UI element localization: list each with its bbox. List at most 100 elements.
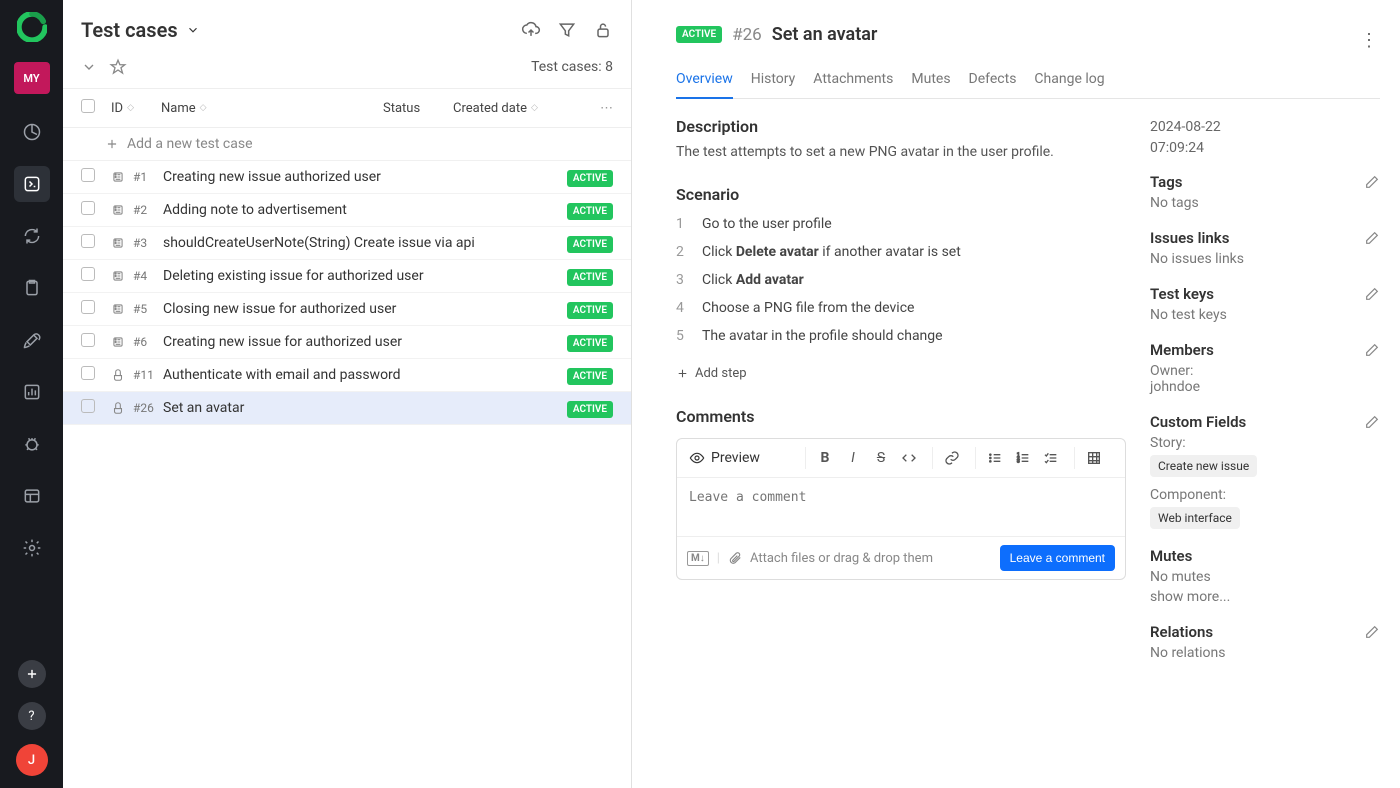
numbered-list-icon[interactable]: 123 xyxy=(1012,447,1034,469)
tab-attachments[interactable]: Attachments xyxy=(813,65,893,98)
table-row[interactable]: #2Adding note to advertisementACTIVE xyxy=(63,194,631,227)
nav-clipboard-icon[interactable] xyxy=(14,270,50,306)
add-test-case-row[interactable]: Add a new test case xyxy=(63,128,631,161)
status-badge: ACTIVE xyxy=(676,26,722,43)
nav-rocket-icon[interactable] xyxy=(14,322,50,358)
show-more-link[interactable]: show more... xyxy=(1150,589,1380,605)
scenario-step[interactable]: 5The avatar in the profile should change xyxy=(676,322,1126,350)
table-row[interactable]: #5Closing new issue for authorized userA… xyxy=(63,293,631,326)
tab-history[interactable]: History xyxy=(751,65,796,98)
row-checkbox[interactable] xyxy=(81,168,95,182)
type-icon xyxy=(111,236,133,250)
links-heading: Issues links xyxy=(1150,229,1229,247)
col-created[interactable]: Created date◇ xyxy=(453,101,583,116)
edit-icon[interactable] xyxy=(1364,230,1380,246)
row-checkbox[interactable] xyxy=(81,333,95,347)
timestamp: 2024-08-22 07:09:24 xyxy=(1150,117,1380,159)
chevron-down-icon[interactable] xyxy=(81,59,97,75)
step-text: Click Delete avatar if another avatar is… xyxy=(702,244,1126,260)
keys-value: No test keys xyxy=(1150,307,1380,323)
help-button[interactable]: ? xyxy=(18,702,46,730)
table-row[interactable]: #1Creating new issue authorized userACTI… xyxy=(63,161,631,194)
checklist-icon[interactable] xyxy=(1040,447,1062,469)
row-checkbox[interactable] xyxy=(81,234,95,248)
nav-testcases-icon[interactable] xyxy=(14,166,50,202)
test-count: Test cases: 8 xyxy=(531,59,613,75)
relations-value: No relations xyxy=(1150,645,1380,661)
comment-box: Preview B I S 123 xyxy=(676,438,1126,580)
description-text: The test attempts to set a new PNG avata… xyxy=(676,142,1126,163)
status-badge: ACTIVE xyxy=(567,203,613,220)
select-all-checkbox[interactable] xyxy=(81,99,95,113)
step-text: The avatar in the profile should change xyxy=(702,328,1126,344)
nav-refresh-icon[interactable] xyxy=(14,218,50,254)
filter-icon[interactable] xyxy=(557,20,577,40)
table-row[interactable]: #3shouldCreateUserNote(String) Create is… xyxy=(63,227,631,260)
nav-dashboard-icon[interactable] xyxy=(14,114,50,150)
scenario-step[interactable]: 3Click Add avatar xyxy=(676,266,1126,294)
nav-bug-icon[interactable] xyxy=(14,426,50,462)
edit-icon[interactable] xyxy=(1364,174,1380,190)
nav-layout-icon[interactable] xyxy=(14,478,50,514)
star-icon[interactable] xyxy=(109,58,127,76)
add-step-button[interactable]: Add step xyxy=(676,362,1126,385)
italic-icon[interactable]: I xyxy=(842,447,864,469)
logo-icon[interactable] xyxy=(17,12,47,42)
type-icon xyxy=(111,170,133,184)
panel-title[interactable]: Test cases xyxy=(81,18,200,42)
tab-defects[interactable]: Defects xyxy=(969,65,1017,98)
attach-hint-text[interactable]: Attach files or drag & drop them xyxy=(750,551,933,566)
comment-input[interactable] xyxy=(677,478,1125,532)
upload-icon[interactable] xyxy=(521,20,541,40)
type-icon xyxy=(111,302,133,316)
component-chip[interactable]: Web interface xyxy=(1150,507,1240,529)
edit-icon[interactable] xyxy=(1364,286,1380,302)
leave-comment-button[interactable]: Leave a comment xyxy=(1000,545,1115,571)
table-row[interactable]: #6Creating new issue for authorized user… xyxy=(63,326,631,359)
col-status[interactable]: Status xyxy=(383,101,453,116)
col-id[interactable]: ID◇ xyxy=(111,101,161,116)
table-row[interactable]: #11Authenticate with email and passwordA… xyxy=(63,359,631,392)
row-checkbox[interactable] xyxy=(81,300,95,314)
nav-settings-icon[interactable] xyxy=(14,530,50,566)
nav-chart-icon[interactable] xyxy=(14,374,50,410)
row-id: #1 xyxy=(133,170,163,184)
scenario-step[interactable]: 2Click Delete avatar if another avatar i… xyxy=(676,238,1126,266)
row-id: #11 xyxy=(133,368,163,382)
scenario-step[interactable]: 1Go to the user profile xyxy=(676,210,1126,238)
mutes-value: No mutes xyxy=(1150,569,1380,585)
table-row[interactable]: #4Deleting existing issue for authorized… xyxy=(63,260,631,293)
edit-icon[interactable] xyxy=(1364,414,1380,430)
preview-button[interactable]: Preview xyxy=(689,450,760,466)
edit-icon[interactable] xyxy=(1364,342,1380,358)
row-checkbox[interactable] xyxy=(81,399,95,413)
edit-icon[interactable] xyxy=(1364,624,1380,640)
story-chip[interactable]: Create new issue xyxy=(1150,455,1257,477)
link-icon[interactable] xyxy=(941,447,963,469)
row-checkbox[interactable] xyxy=(81,201,95,215)
table-icon[interactable] xyxy=(1083,447,1105,469)
row-checkbox[interactable] xyxy=(81,366,95,380)
more-menu-icon[interactable]: ⋮ xyxy=(1360,30,1378,51)
scenario-step[interactable]: 4Choose a PNG file from the device xyxy=(676,294,1126,322)
links-value: No issues links xyxy=(1150,251,1380,267)
bullet-list-icon[interactable] xyxy=(984,447,1006,469)
add-button[interactable] xyxy=(18,660,46,688)
step-number: 3 xyxy=(676,272,690,288)
row-checkbox[interactable] xyxy=(81,267,95,281)
story-label: Story: xyxy=(1150,435,1380,451)
tab-mutes[interactable]: Mutes xyxy=(911,65,950,98)
table-row[interactable]: #26Set an avatarACTIVE xyxy=(63,392,631,425)
user-avatar[interactable]: J xyxy=(16,744,48,776)
col-name[interactable]: Name◇ xyxy=(161,101,383,116)
bold-icon[interactable]: B xyxy=(814,447,836,469)
component-label: Component: xyxy=(1150,487,1380,503)
more-icon[interactable]: ⋯ xyxy=(583,101,613,116)
tab-change-log[interactable]: Change log xyxy=(1034,65,1104,98)
code-icon[interactable] xyxy=(898,447,920,469)
strikethrough-icon[interactable]: S xyxy=(870,447,892,469)
project-badge[interactable]: MY xyxy=(14,62,50,94)
attach-icon[interactable] xyxy=(728,551,742,565)
lock-icon[interactable] xyxy=(593,20,613,40)
tab-overview[interactable]: Overview xyxy=(676,65,733,99)
